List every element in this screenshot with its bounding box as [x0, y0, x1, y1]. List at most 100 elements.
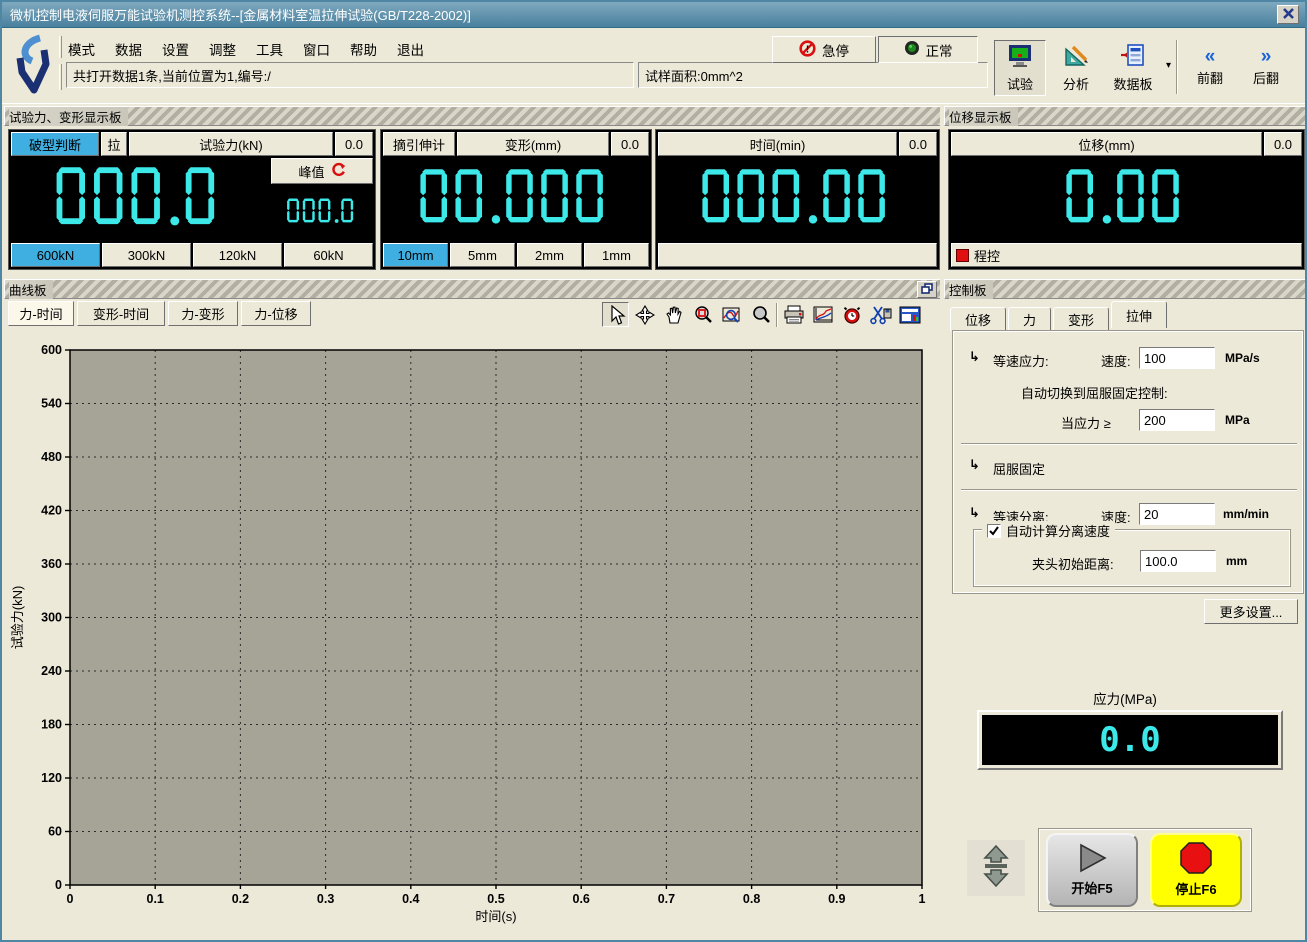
databoard-dropdown-caret[interactable]: ▾: [1166, 60, 1171, 71]
auto-switch-caption: 自动切换到屈服固定控制:: [1021, 383, 1168, 402]
test-view-button[interactable]: 试验: [994, 40, 1046, 96]
emergency-stop-button[interactable]: ! 急停: [772, 36, 876, 63]
normal-status-button[interactable]: 正常: [878, 36, 978, 63]
separator-line: [961, 443, 1297, 445]
range-10mm-button[interactable]: 10mm: [383, 243, 448, 267]
separation-speed-unit: mm/min: [1223, 507, 1269, 521]
time-display-group: 时间(min) 0.0: [655, 129, 940, 270]
zoom-curve-icon[interactable]: [718, 302, 745, 327]
start-button[interactable]: 开始F5: [1046, 833, 1138, 907]
stop-button[interactable]: 停止F6: [1150, 833, 1242, 907]
stress-threshold-input[interactable]: [1139, 409, 1215, 431]
window-title: 微机控制电液伺服万能试验机测控系统--[金属材料室温拉伸试验(GB/T228-2…: [10, 5, 471, 24]
timer-icon[interactable]: [838, 302, 865, 327]
tab-displacement-control[interactable]: 位移: [950, 307, 1006, 331]
magnifier-icon[interactable]: [747, 302, 774, 327]
separation-speed-input[interactable]: [1139, 503, 1215, 525]
tab-force-deform[interactable]: 力-变形: [168, 301, 238, 326]
stress-display-label: 应力(MPa): [944, 688, 1306, 708]
const-stress-label: 等速应力:: [993, 351, 1049, 370]
svg-text:0.4: 0.4: [402, 892, 419, 906]
grip-distance-input[interactable]: [1140, 550, 1216, 572]
status-grip: [59, 64, 62, 90]
data-board-icon[interactable]: [896, 302, 923, 327]
app-window: 微机控制电液伺服万能试验机测控系统--[金属材料室温拉伸试验(GB/T228-2…: [0, 0, 1307, 942]
restore-window-button[interactable]: [917, 281, 937, 298]
control-tab-row: 位移 力 变形 拉伸: [950, 304, 1167, 331]
menu-settings[interactable]: 设置: [160, 38, 191, 60]
menu-mode[interactable]: 模式: [66, 38, 97, 60]
svg-text:0: 0: [67, 892, 74, 906]
specimen-area-field: 试样面积:0mm^2: [638, 62, 988, 88]
time-channel-label: 时间(min): [658, 132, 897, 156]
curve-toolbar-separator: [776, 303, 778, 327]
range-1mm-button[interactable]: 1mm: [584, 243, 649, 267]
stress-speed-input[interactable]: [1139, 347, 1215, 369]
force-display: [11, 158, 269, 241]
svg-text:240: 240: [41, 664, 62, 678]
stop-octagon-icon: [1178, 842, 1214, 877]
restore-window-icon: [921, 283, 933, 297]
svg-text:试验力(kN): 试验力(kN): [10, 586, 25, 650]
menu-window[interactable]: 窗口: [301, 38, 332, 60]
curve-toolbar: [602, 302, 923, 327]
extensometer-button[interactable]: 摘引伸计: [383, 132, 455, 156]
curve-compare-icon[interactable]: [809, 302, 836, 327]
crosshair-icon[interactable]: [631, 302, 658, 327]
menu-grip: [59, 36, 62, 58]
menu-adjust[interactable]: 调整: [207, 38, 238, 60]
tab-deform-control[interactable]: 变形: [1053, 307, 1109, 331]
menu-tools[interactable]: 工具: [254, 38, 285, 60]
separator-line: [961, 489, 1297, 491]
tab-deform-time[interactable]: 变形-时间: [77, 301, 165, 326]
no-entry-icon: !: [799, 40, 816, 60]
app-logo-icon: [10, 34, 56, 96]
menu-help[interactable]: 帮助: [348, 38, 379, 60]
branch-arrow-icon: ↳: [969, 457, 980, 473]
more-settings-button[interactable]: 更多设置...: [1204, 599, 1298, 624]
menu-data[interactable]: 数据: [113, 38, 144, 60]
range-2mm-button[interactable]: 2mm: [517, 243, 582, 267]
svg-text:0.9: 0.9: [828, 892, 845, 906]
peak-button[interactable]: 峰值: [271, 158, 373, 184]
range-300kn-button[interactable]: 300kN: [102, 243, 191, 267]
pan-hand-icon[interactable]: [660, 302, 687, 327]
tab-force-control[interactable]: 力: [1008, 307, 1051, 331]
svg-text:0: 0: [55, 878, 62, 892]
cursor-icon[interactable]: [602, 302, 629, 327]
range-600kn-button[interactable]: 600kN: [11, 243, 100, 267]
tab-tensile-control[interactable]: 拉伸: [1111, 301, 1167, 328]
snip-save-icon[interactable]: [867, 302, 894, 327]
svg-text:!: !: [806, 44, 809, 55]
force-time-chart[interactable]: 06012018024030036042048054060000.10.20.3…: [6, 328, 940, 940]
analysis-button[interactable]: 分析: [1051, 40, 1101, 96]
range-120kn-button[interactable]: 120kN: [193, 243, 282, 267]
toolbar-separator: [1176, 40, 1178, 94]
databoard-button[interactable]: 数据板: [1102, 40, 1164, 96]
page-next-button[interactable]: » 后翻: [1240, 40, 1292, 96]
time-footer-bar: [658, 243, 937, 267]
break-detect-button[interactable]: 破型判断: [11, 132, 99, 156]
page-prev-button[interactable]: « 前翻: [1184, 40, 1236, 96]
jog-updown-button[interactable]: [967, 840, 1025, 896]
zoom-box-icon[interactable]: [689, 302, 716, 327]
range-5mm-button[interactable]: 5mm: [450, 243, 515, 267]
svg-text:0.1: 0.1: [147, 892, 164, 906]
tab-force-displacement[interactable]: 力-位移: [241, 301, 311, 326]
menu-exit[interactable]: 退出: [395, 38, 426, 60]
pull-mode-button[interactable]: 拉: [101, 132, 127, 156]
setsquare-pencil-icon: [1063, 44, 1089, 71]
svg-text:0.2: 0.2: [232, 892, 249, 906]
menu-bar: 模式 数据 设置 调整 工具 窗口 帮助 退出: [66, 38, 426, 60]
svg-text:0.6: 0.6: [573, 892, 590, 906]
close-button[interactable]: [1277, 5, 1299, 24]
deform-channel-label: 变形(mm): [457, 132, 609, 156]
svg-text:60: 60: [48, 825, 62, 839]
print-icon[interactable]: [780, 302, 807, 327]
range-60kn-button[interactable]: 60kN: [284, 243, 373, 267]
deform-display-group: 摘引伸计 变形(mm) 0.0 10mm 5mm 2mm 1mm: [380, 129, 652, 270]
jog-updown-icon: [981, 844, 1011, 893]
red-square-icon: [956, 249, 969, 262]
auto-calc-checkbox[interactable]: [987, 524, 1001, 538]
tab-force-time[interactable]: 力-时间: [8, 301, 74, 326]
